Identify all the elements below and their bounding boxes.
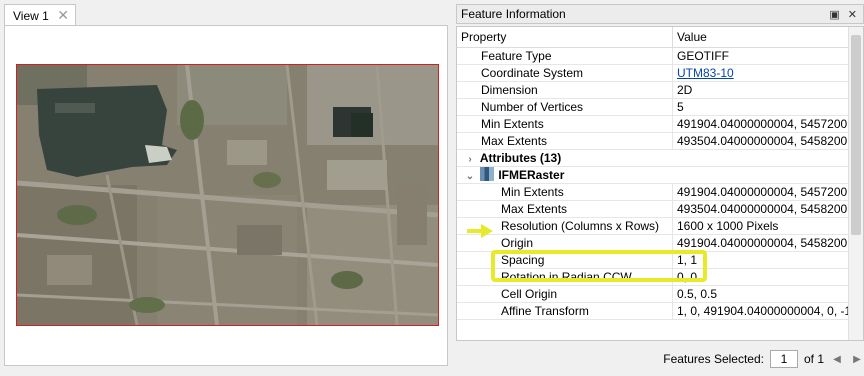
grid-header: Property Value <box>457 27 849 48</box>
property-value: 0.5, 0.5 <box>677 287 718 301</box>
annotation-arrow-icon <box>467 224 493 238</box>
value-cell: 491904.04000000004, 5457200.137 <box>673 116 849 132</box>
value-cell: 0.5, 0.5 <box>673 286 849 302</box>
value-cell: 1600 x 1000 Pixels <box>673 218 849 234</box>
property-cell: ⌄ IFMERaster <box>457 167 673 183</box>
annotation-highlight-box <box>491 250 707 282</box>
feature-information-panel: Feature Information ▣ ✕ Property Value F… <box>456 4 864 376</box>
property-cell: Min Extents <box>457 116 673 132</box>
property-value: 1, 0, 491904.04000000004, 0, -1, 5 <box>677 304 849 318</box>
map-view-pane: View 1 ✕ <box>4 4 448 366</box>
raster-image <box>16 64 439 326</box>
property-label: Dimension <box>481 83 538 97</box>
property-value: 491904.04000000004, 5457200.137 <box>677 117 849 131</box>
property-row[interactable]: Min Extents 491904.04000000004, 5457200.1… <box>457 116 849 133</box>
property-label: Origin <box>501 236 534 250</box>
view-tab-label: View 1 <box>13 8 49 23</box>
raster-icon <box>480 167 495 181</box>
property-value: 493504.04000000004, 5458200.137 <box>677 134 849 148</box>
property-row[interactable]: Max Extents 493504.04000000004, 5458200.1… <box>457 133 849 150</box>
property-value: 491904.04000000004, 5457200.137 <box>677 185 849 199</box>
property-value: 491904.04000000004, 5458200.137 <box>677 236 849 250</box>
float-panel-icon[interactable]: ▣ <box>829 8 839 21</box>
column-header-property[interactable]: Property <box>457 27 673 47</box>
property-label: Max Extents <box>501 202 568 216</box>
property-cell: Dimension <box>457 82 673 98</box>
property-label: Max Extents <box>481 134 548 148</box>
property-value: 493504.04000000004, 5458200.137 <box>677 202 849 216</box>
value-cell: 1, 0, 491904.04000000004, 0, -1, 5 <box>673 303 849 319</box>
value-cell: 5 <box>673 99 849 115</box>
value-cell: 491904.04000000004, 5458200.137 <box>673 235 849 251</box>
property-label: Number of Vertices <box>481 100 584 114</box>
property-value: 2D <box>677 83 693 97</box>
selection-footer: Features Selected: of 1 ◀ ▶ <box>456 346 864 372</box>
property-cell: › Attributes (13) <box>457 150 673 166</box>
value-cell: 2D <box>673 82 849 98</box>
chevron-down-icon[interactable]: ⌄ <box>463 169 477 183</box>
property-row[interactable]: Dimension 2D <box>457 82 849 99</box>
next-feature-button[interactable]: ▶ <box>850 354 864 365</box>
tab-view-1[interactable]: View 1 ✕ <box>4 4 76 26</box>
property-cell: Affine Transform <box>457 303 673 319</box>
coordinate-system-link[interactable]: UTM83-10 <box>677 66 734 80</box>
value-cell: 491904.04000000004, 5457200.137 <box>673 184 849 200</box>
value-cell: UTM83-10 <box>673 65 849 81</box>
property-cell: Coordinate System <box>457 65 673 81</box>
property-label: Min Extents <box>501 185 564 199</box>
property-label: IFMERaster <box>498 168 565 182</box>
property-label: Feature Type <box>481 49 552 63</box>
group-row[interactable]: ⌄ IFMERaster <box>457 167 849 184</box>
chevron-right-icon[interactable]: › <box>463 152 477 166</box>
property-row[interactable]: Feature Type GEOTIFF <box>457 48 849 65</box>
value-cell: 493504.04000000004, 5458200.137 <box>673 201 849 217</box>
vertical-scrollbar[interactable] <box>848 27 863 340</box>
property-cell: Min Extents <box>457 184 673 200</box>
property-row[interactable]: Min Extents 491904.04000000004, 5457200.1… <box>457 184 849 201</box>
features-total-label: of 1 <box>803 352 824 366</box>
property-cell: Max Extents <box>457 201 673 217</box>
close-panel-icon[interactable]: ✕ <box>848 8 857 21</box>
property-row[interactable]: Resolution (Columns x Rows) 1600 x 1000 P… <box>457 218 849 235</box>
feature-index-input[interactable] <box>769 350 798 368</box>
property-label: Resolution (Columns x Rows) <box>501 219 660 233</box>
property-label: Min Extents <box>481 117 544 131</box>
property-label: Attributes (13) <box>479 151 562 165</box>
property-cell: Max Extents <box>457 133 673 149</box>
property-value: GEOTIFF <box>677 49 729 63</box>
property-label: Coordinate System <box>481 66 584 80</box>
property-row[interactable]: Max Extents 493504.04000000004, 5458200.1… <box>457 201 849 218</box>
property-value: 1600 x 1000 Pixels <box>677 219 779 233</box>
panel-title-bar: Feature Information ▣ ✕ <box>456 4 864 24</box>
previous-feature-button[interactable]: ◀ <box>830 354 844 365</box>
property-cell: Cell Origin <box>457 286 673 302</box>
property-row[interactable]: Cell Origin 0.5, 0.5 <box>457 286 849 303</box>
property-label: Affine Transform <box>501 304 589 318</box>
panel-title: Feature Information <box>461 7 566 21</box>
property-cell: Feature Type <box>457 48 673 64</box>
scrollbar-thumb[interactable] <box>851 35 861 235</box>
column-header-value[interactable]: Value <box>673 27 849 47</box>
group-row[interactable]: › Attributes (13) <box>457 150 849 167</box>
property-value: 5 <box>677 100 684 114</box>
close-icon[interactable]: ✕ <box>57 7 69 24</box>
features-selected-label: Features Selected: <box>663 352 764 366</box>
property-grid: Property Value Feature Type GEOTIFF Coordi… <box>456 26 864 341</box>
value-cell: GEOTIFF <box>673 48 849 64</box>
value-cell: 493504.04000000004, 5458200.137 <box>673 133 849 149</box>
property-row[interactable]: Number of Vertices 5 <box>457 99 849 116</box>
map-canvas[interactable] <box>4 25 448 366</box>
property-row[interactable]: Coordinate System UTM83-10 <box>457 65 849 82</box>
property-row[interactable]: Affine Transform 1, 0, 491904.04000000004… <box>457 303 849 320</box>
property-cell: Number of Vertices <box>457 99 673 115</box>
property-label: Cell Origin <box>501 287 558 301</box>
